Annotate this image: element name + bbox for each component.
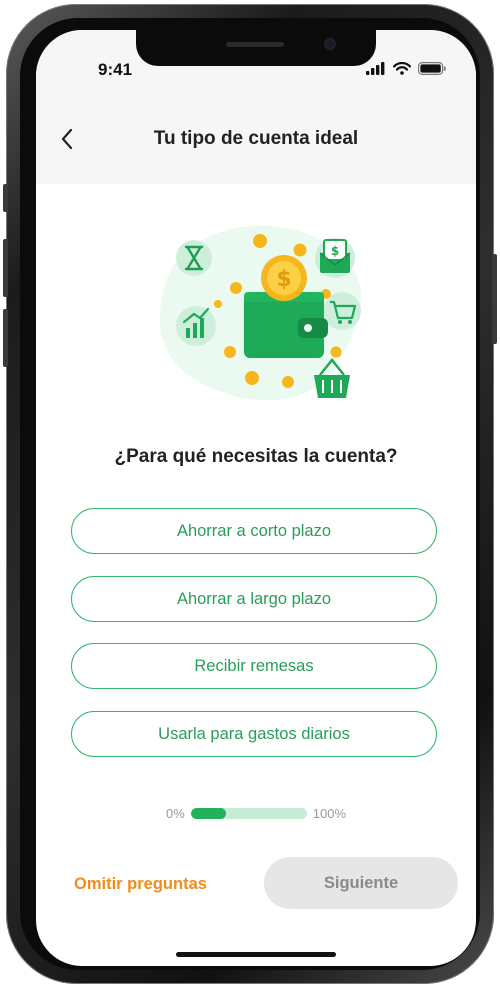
page-title: Tu tipo de cuenta ideal <box>153 128 359 149</box>
speaker-grille <box>226 42 284 47</box>
notch <box>136 30 376 66</box>
volume-down-button <box>3 309 8 367</box>
hourglass-icon <box>176 240 212 276</box>
status-icons <box>366 62 446 75</box>
wifi-icon <box>393 62 411 75</box>
cellular-signal-icon <box>366 62 385 75</box>
battery-icon <box>418 62 446 75</box>
progress-fill <box>190 808 226 819</box>
question-text: ¿Para qué necesitas la cuenta? <box>114 446 398 467</box>
camera-icon <box>324 38 336 50</box>
dollar-coin-icon: $ <box>261 255 307 301</box>
phone-frame: 9:41 Tu tipo de cuenta ideal $ $ ¿Para q… <box>3 4 497 984</box>
wallet-illustration: $ $ <box>159 225 362 401</box>
option-long-term-savings[interactable]: Ahorrar a largo plazo <box>71 576 437 622</box>
option-short-term-savings[interactable]: Ahorrar a corto plazo <box>71 508 437 554</box>
progress-start-label: 0% <box>165 806 185 821</box>
skip-questions-button[interactable]: Omitir preguntas <box>74 875 207 894</box>
progress-end-label: 100% <box>312 806 347 821</box>
home-indicator <box>176 952 336 957</box>
progress-indicator: 0% 100% <box>36 806 476 821</box>
growth-chart-icon <box>176 306 216 346</box>
next-button[interactable]: Siguiente <box>264 857 458 909</box>
envelope-money-icon: $ <box>315 238 355 278</box>
wallet-icon <box>244 292 328 358</box>
power-button <box>492 254 497 344</box>
option-daily-expenses[interactable]: Usarla para gastos diarios <box>71 711 437 757</box>
mute-switch <box>3 184 8 212</box>
screen: 9:41 Tu tipo de cuenta ideal $ $ ¿Para q… <box>36 30 476 966</box>
volume-up-button <box>3 239 8 297</box>
svg-text:$: $ <box>331 244 339 258</box>
status-time: 9:41 <box>98 60 133 79</box>
option-receive-remittances[interactable]: Recibir remesas <box>71 643 437 689</box>
svg-text:$: $ <box>276 267 291 292</box>
progress-track <box>190 808 307 819</box>
